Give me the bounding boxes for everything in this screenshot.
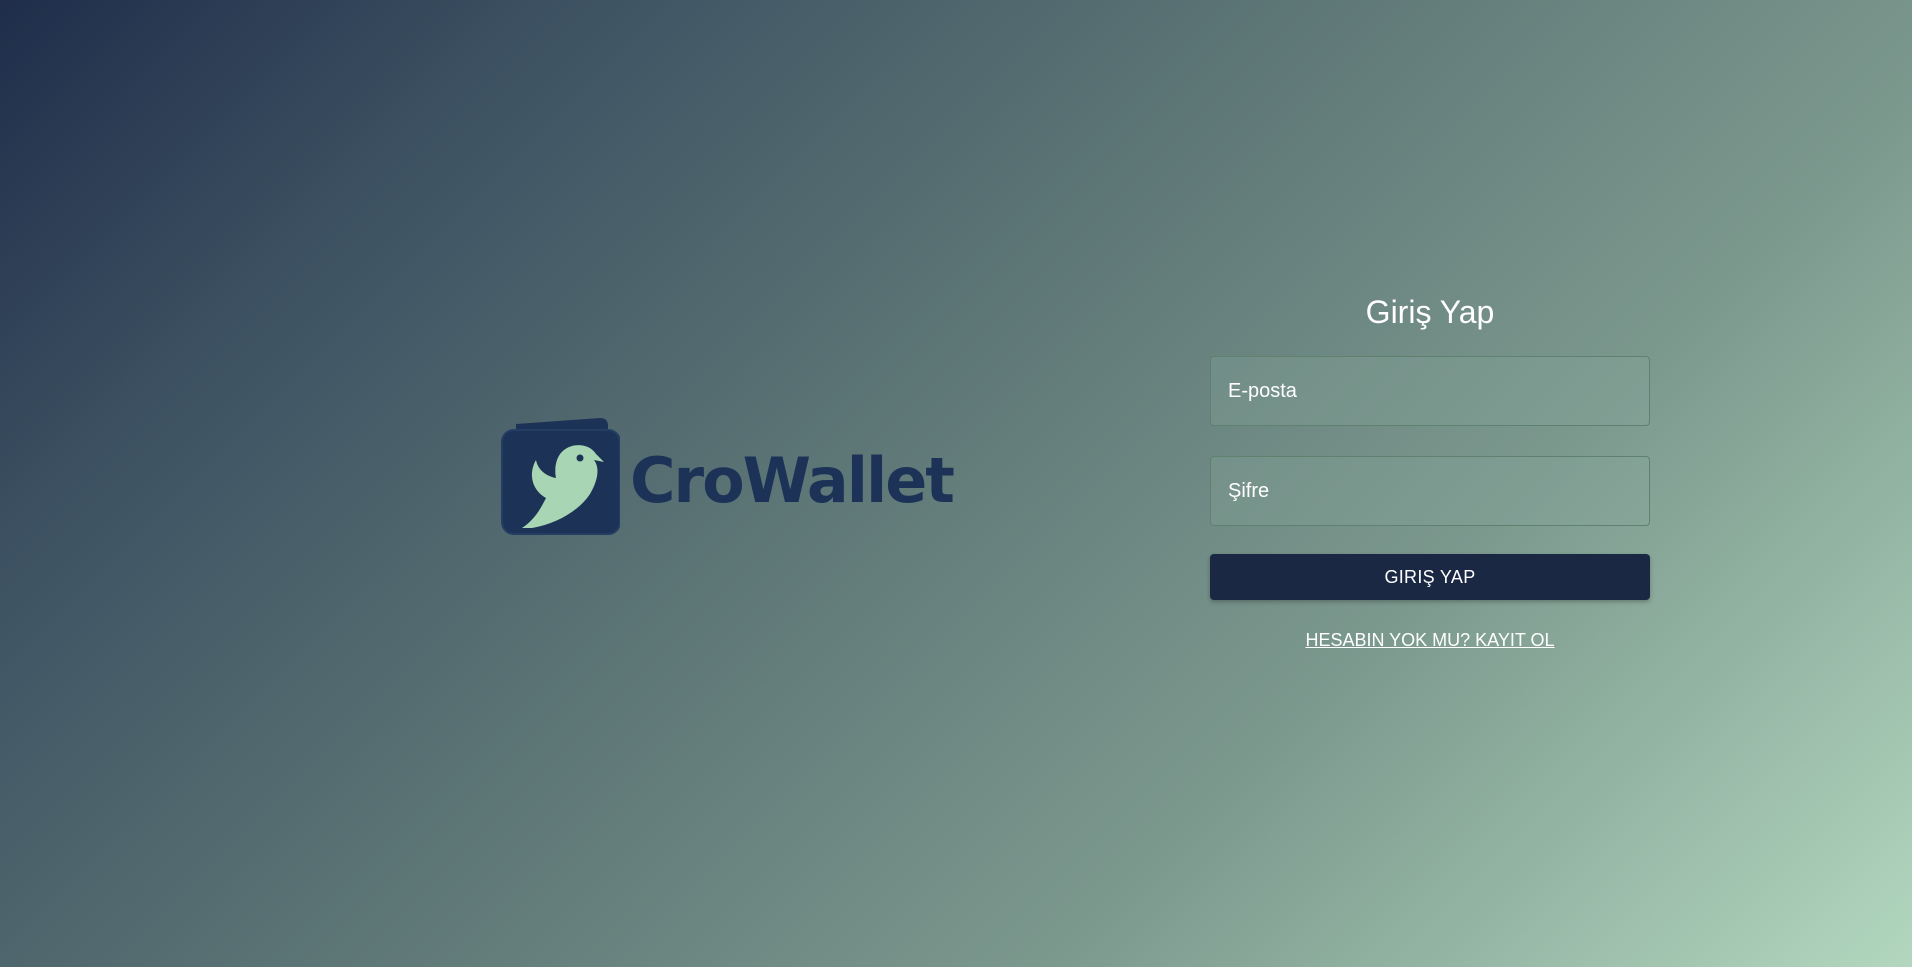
brand-wordmark: CroWallet [630,444,955,517]
password-input[interactable] [1211,457,1649,525]
brand-logo: CroWallet [500,416,955,536]
page-title: Giriş Yap [1365,294,1495,330]
email-input[interactable] [1211,357,1649,425]
email-field [1210,356,1650,426]
login-form: Giriş Yap GIRIŞ YAP HESABIN YOK MU? KAYI… [1210,290,1650,651]
password-field [1210,456,1650,526]
register-link[interactable]: HESABIN YOK MU? KAYIT OL [1210,630,1650,651]
login-button[interactable]: GIRIŞ YAP [1210,554,1650,600]
crow-wallet-logo-icon [501,418,620,535]
